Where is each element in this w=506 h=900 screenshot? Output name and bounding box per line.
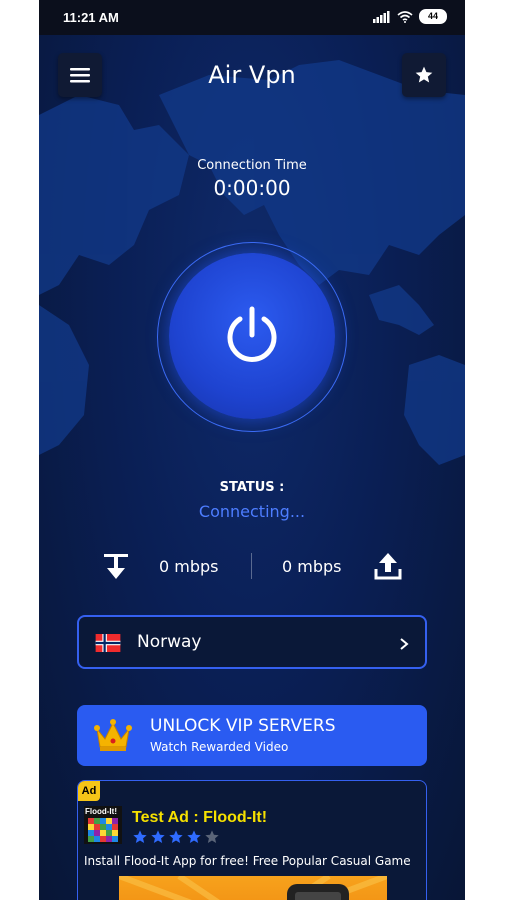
main-panel: Air Vpn Connection Time 0:00:00 STATUS :…: [39, 35, 465, 900]
phone-screen: 11:21 AM 44 Air Vpn Connection Time 0:00…: [39, 0, 465, 900]
unlock-vip-button[interactable]: UNLOCK VIP SERVERS Watch Rewarded Video: [77, 705, 427, 766]
ad-badge: Ad: [78, 781, 100, 801]
signal-icon: [373, 10, 390, 23]
status-icons: 44: [373, 9, 447, 24]
connection-time-label: Connection Time: [197, 158, 307, 173]
ad-phone-graphic: [119, 876, 387, 900]
server-name: Norway: [137, 632, 202, 652]
battery-icon: 44: [419, 9, 447, 24]
connection-time-value: 0:00:00: [213, 176, 291, 200]
star-icon: [415, 66, 433, 83]
power-icon: [227, 306, 277, 362]
download-icon: [104, 554, 128, 579]
star-filled-icon: [169, 830, 183, 843]
vip-title: UNLOCK VIP SERVERS: [150, 716, 336, 736]
upload-speed: 0 mbps: [282, 557, 342, 576]
star-filled-icon: [151, 830, 165, 843]
ad-app-icon-label: Flood-It!: [85, 807, 117, 816]
upload-icon: [374, 553, 402, 580]
vip-subtitle: Watch Rewarded Video: [150, 740, 289, 754]
ad-banner[interactable]: Ad Flood-It! Test Ad : Flood-It! Install…: [77, 780, 427, 900]
power-button[interactable]: [169, 253, 335, 419]
crown-icon: [94, 719, 132, 751]
flood-it-grid-icon: [88, 818, 118, 842]
star-empty-icon: [205, 830, 219, 843]
norway-flag-icon: [95, 634, 121, 652]
star-filled-icon: [133, 830, 147, 843]
ad-rating: [132, 829, 220, 845]
ad-description: Install Flood-It App for free! Free Popu…: [84, 854, 411, 868]
ad-app-icon: Flood-It!: [84, 806, 122, 844]
status-label: STATUS :: [219, 480, 285, 495]
speed-divider: [251, 553, 252, 579]
server-selector[interactable]: Norway: [77, 615, 427, 669]
download-speed: 0 mbps: [159, 557, 219, 576]
star-filled-icon: [187, 830, 201, 843]
favorite-button[interactable]: [402, 53, 446, 97]
ad-title: Test Ad : Flood-It!: [132, 809, 268, 826]
ad-image: [119, 876, 387, 900]
status-time: 11:21 AM: [63, 10, 119, 25]
speed-row: 0 mbps 0 mbps: [39, 545, 465, 587]
status-value: Connecting...: [198, 502, 306, 521]
chevron-right-icon: [400, 638, 409, 650]
status-bar: 11:21 AM 44: [39, 0, 465, 35]
wifi-icon: [397, 10, 413, 23]
